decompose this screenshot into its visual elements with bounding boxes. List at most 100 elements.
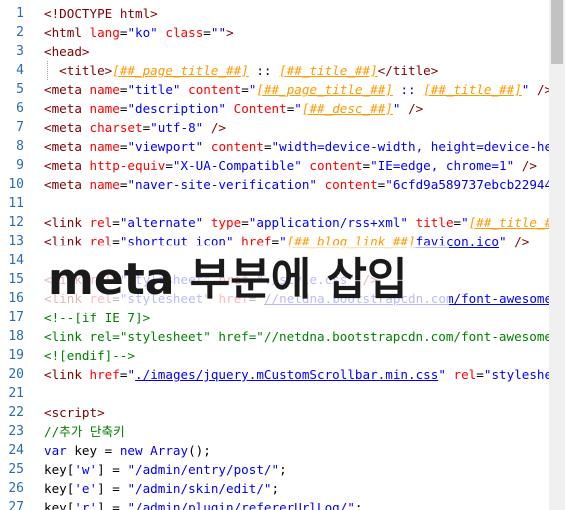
code-token: <meta	[44, 158, 90, 173]
code-token: content	[210, 139, 264, 154]
code-token: />	[408, 101, 424, 116]
line-number: 1	[16, 6, 24, 21]
line-number: 27	[8, 500, 24, 510]
code-token: <html	[44, 25, 90, 40]
code-token: [##_title_##]	[279, 63, 378, 78]
line-number: 8	[16, 139, 24, 154]
line-number: 13	[8, 234, 24, 249]
code-line[interactable]: <link rel="stylesheet" href="//netdna.bo…	[44, 327, 549, 346]
code-token: key =	[66, 443, 120, 458]
code-token: =	[263, 139, 272, 154]
code-token: <script>	[44, 405, 105, 420]
overlay-caption: meta 부분에 삽입	[48, 254, 408, 305]
code-token: <meta	[44, 82, 90, 97]
code-token: ] =	[97, 481, 128, 496]
code-token: [##_desc_##]	[301, 101, 393, 116]
code-token: "	[127, 367, 136, 382]
code-token: "ko"	[127, 25, 158, 40]
code-token: key[	[44, 462, 75, 477]
code-line[interactable]: <meta name="description" Content="[##_de…	[44, 99, 423, 118]
line-number: 25	[8, 462, 24, 477]
code-token: <link rel="stylesheet" href="//netdna.bo…	[44, 329, 549, 344]
line-number: 15	[8, 272, 24, 287]
code-token: ] =	[97, 500, 128, 510]
code-token: <meta	[44, 177, 90, 192]
line-number: 12	[8, 215, 24, 230]
scrollbar-thumb[interactable]	[551, 0, 563, 64]
code-token: =	[453, 215, 462, 230]
code-token: 'r'	[74, 500, 98, 510]
code-token: <head>	[44, 44, 90, 59]
code-line[interactable]: <head>	[44, 42, 90, 61]
code-token: var	[44, 443, 67, 458]
code-line[interactable]: key['e'] = "/admin/skin/edit/";	[44, 479, 279, 498]
code-token: <title>	[59, 63, 113, 78]
code-line[interactable]: //추가 단축키	[44, 422, 125, 441]
line-number: 3	[16, 44, 24, 59]
code-token: Array	[150, 443, 189, 458]
line-number: 10	[8, 177, 24, 192]
code-token: content	[188, 82, 242, 97]
code-token: [##_title_##]	[423, 82, 522, 97]
code-line[interactable]: <meta charset="utf-8" />	[44, 118, 226, 137]
code-token: ./images/jquery.mCustomScrollbar.min.css	[135, 367, 439, 382]
vertical-scrollbar[interactable]	[549, 0, 565, 510]
code-line[interactable]: <meta name="naver-site-verification" con…	[44, 175, 549, 194]
line-number: 26	[8, 481, 24, 496]
code-token: =	[241, 82, 249, 97]
code-token: />	[521, 158, 537, 173]
code-line[interactable]: <meta http-equiv="X-UA-Compatible" conte…	[44, 156, 537, 175]
line-number: 4	[16, 63, 24, 78]
line-number: 2	[16, 25, 24, 40]
code-token: </title>	[377, 63, 439, 78]
code-token: "	[438, 367, 446, 382]
code-line[interactable]: key['r'] = "/admin/plugin/refererUrlLog/…	[44, 498, 363, 510]
code-token: <link	[44, 367, 90, 382]
code-line[interactable]: <link href = "./images/jquery.mCustomScrol…	[44, 365, 549, 384]
code-line[interactable]: <link rel="alternate" type="application/…	[44, 213, 549, 232]
code-token: lang	[89, 25, 120, 40]
code-token: rel	[89, 215, 113, 230]
code-token: "styleshee	[483, 367, 549, 382]
code-token: //추가 단축키	[44, 424, 125, 439]
line-number: 20	[8, 367, 24, 382]
code-token: [##_title_##	[468, 215, 549, 230]
code-line[interactable]: <![endif]-->	[44, 346, 135, 365]
code-token: />	[514, 234, 530, 249]
code-token: ""	[210, 25, 227, 40]
line-number: 5	[16, 82, 24, 97]
code-line[interactable]: <html lang="ko" class="">	[44, 23, 234, 42]
line-number: 9	[16, 158, 24, 173]
code-token: "title"	[127, 82, 181, 97]
code-line[interactable]: <title>[##_page_title_##] :: [##_title_#…	[44, 61, 438, 80]
code-line[interactable]: <meta name="viewport" content="width=dev…	[44, 137, 549, 156]
line-number: 21	[8, 386, 24, 401]
code-token: =	[165, 158, 173, 173]
code-token: ();	[188, 443, 211, 458]
code-token: =	[112, 215, 120, 230]
code-token: 'e'	[74, 481, 98, 496]
code-token: =	[241, 215, 249, 230]
code-token: ] =	[97, 462, 128, 477]
code-token: "X-UA-Compatible"	[172, 158, 302, 173]
code-line[interactable]: var key = new Array();	[44, 441, 211, 460]
code-token: "IE=edge, chrome=1"	[370, 158, 515, 173]
code-token: Content	[233, 101, 287, 116]
code-token: name	[89, 177, 120, 192]
code-line[interactable]: <!DOCTYPE html>	[44, 4, 158, 23]
code-token: [##_page_title_##]	[256, 82, 393, 97]
code-token: <meta	[44, 101, 90, 116]
code-line[interactable]: key['w'] = "/admin/entry/post/";	[44, 460, 287, 479]
code-token: />	[210, 120, 227, 135]
line-number: 11	[8, 196, 24, 211]
code-line[interactable]: <script>	[44, 403, 105, 422]
line-number: 19	[8, 348, 24, 363]
code-line[interactable]: <meta name="title" content="[##_page_tit…	[44, 80, 549, 99]
